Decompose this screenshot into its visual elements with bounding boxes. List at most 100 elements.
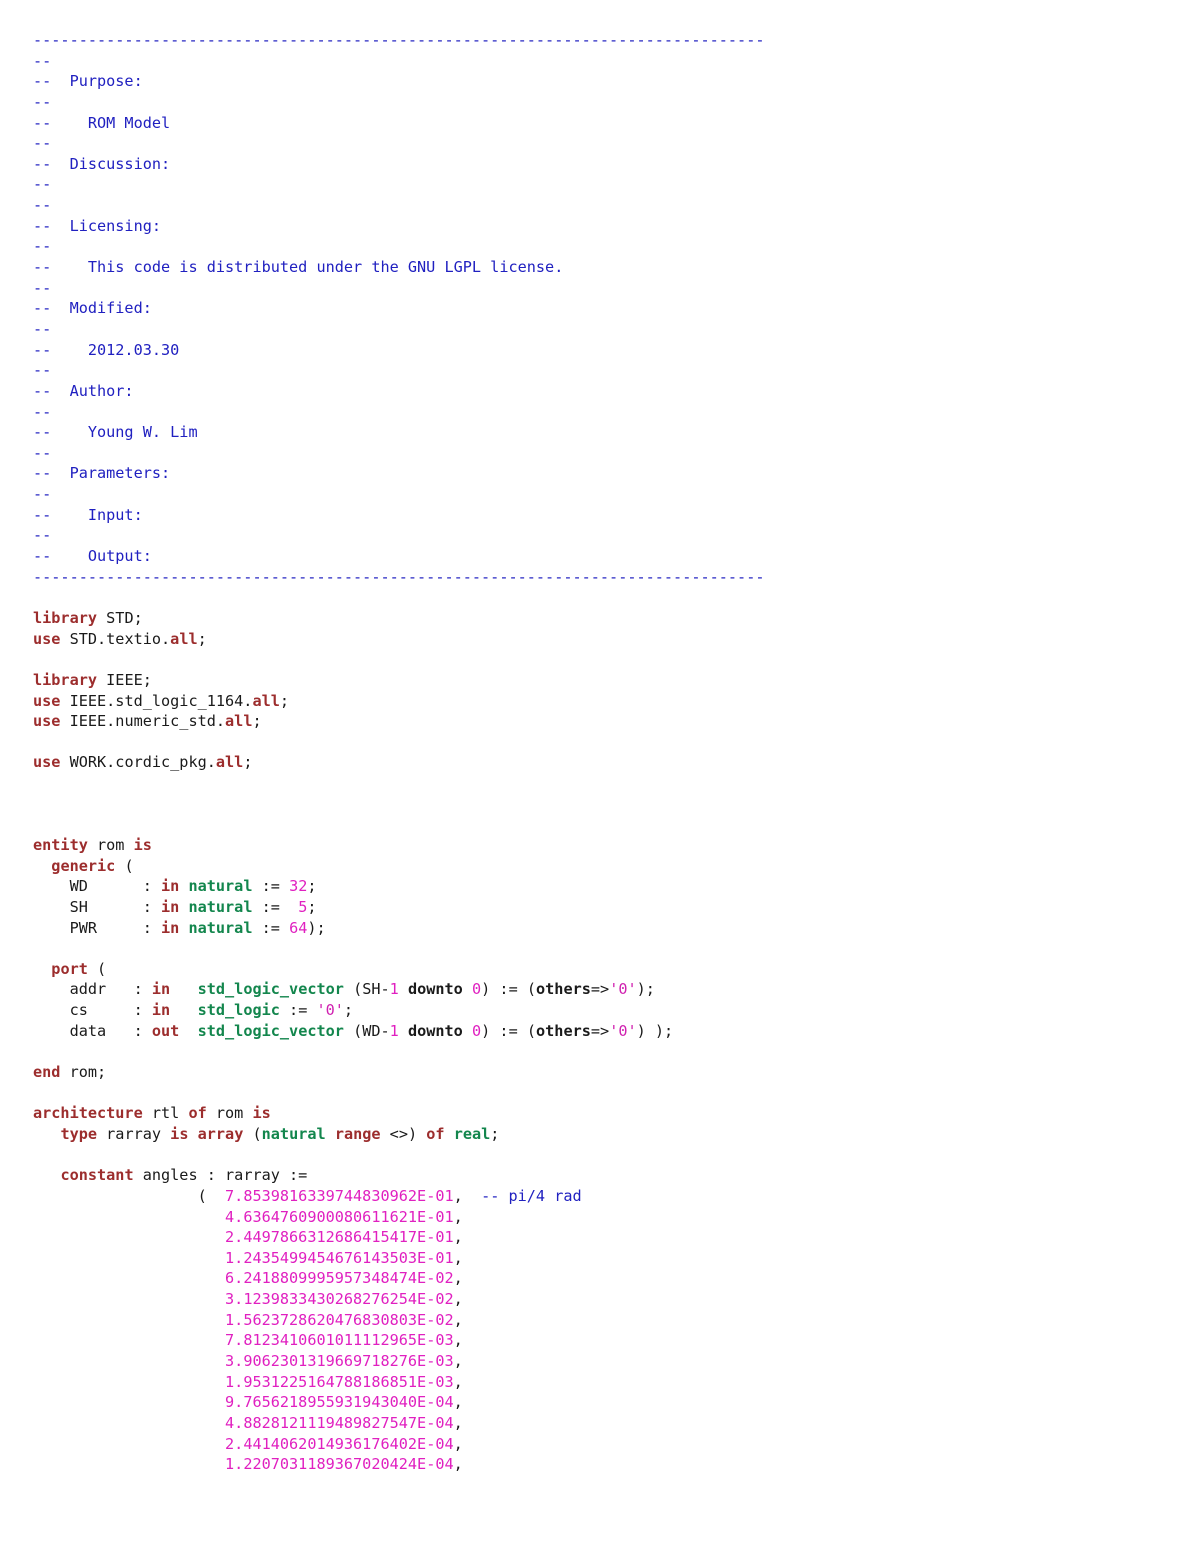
token-plain: rom [206, 1104, 253, 1123]
code-line-c-blank-2: -- [33, 92, 765, 113]
code-line-blank-7 [33, 938, 765, 959]
code-line-c-input: -- Input: [33, 505, 765, 526]
token-kw: architecture [33, 1104, 143, 1123]
code-line-entity-decl: entity rom is [33, 835, 765, 856]
token-comment: -- [33, 361, 52, 380]
token-comment: -- [33, 196, 52, 215]
token-kw: use [33, 691, 61, 710]
code-line-angle-11: 4.8828121119489827547E-04, [33, 1413, 765, 1434]
code-line-arch-decl: architecture rtl of rom is [33, 1103, 765, 1124]
code-line-c-blank-7: -- [33, 278, 765, 299]
token-str: '0' [609, 980, 637, 999]
token-type: natural [188, 877, 253, 896]
token-str: '0' [609, 1021, 637, 1040]
token-kw: library [33, 608, 98, 627]
code-line-angle-13: 1.2207031189367020424E-04, [33, 1454, 765, 1475]
token-plain: rtl [142, 1104, 189, 1123]
token-kw: type [60, 1124, 98, 1143]
code-line-blank-3 [33, 732, 765, 753]
token-plain: , [453, 1331, 463, 1350]
code-line-c-licensing: -- Licensing: [33, 216, 765, 237]
code-line-blank-8 [33, 1041, 765, 1062]
code-line-c-parameters: -- Parameters: [33, 463, 765, 484]
token-plain: ) ); [636, 1021, 674, 1040]
token-type: natural [188, 897, 253, 916]
token-plain: , [453, 1248, 463, 1267]
token-plain: ; [197, 629, 207, 648]
token-comment: -- [33, 51, 52, 70]
token-kw2: downto [407, 980, 463, 999]
token-kw: in [161, 918, 180, 937]
token-kw: array [197, 1124, 244, 1143]
token-comment: -- [33, 485, 52, 504]
token-kw: in [151, 980, 171, 999]
token-comment: -- Discussion: [33, 154, 171, 173]
code-listing[interactable]: ----------------------------------------… [33, 30, 765, 1475]
token-comment: -- [33, 92, 52, 111]
code-line-c-blank-8: -- [33, 319, 765, 340]
token-comment: -- [33, 134, 52, 153]
code-line-angle-2: 2.4497866312686415417E-01, [33, 1227, 765, 1248]
code-line-port-cs: cs : in std_logic := '0'; [33, 1000, 765, 1021]
token-plain: := [252, 877, 290, 896]
token-comment: -- [33, 443, 52, 462]
code-line-angle-4: 6.2418809995957348474E-02, [33, 1268, 765, 1289]
token-plain: ) := ( [481, 1021, 537, 1040]
token-num: 3.1239833430268276254E-02 [225, 1290, 454, 1309]
token-kw: all [215, 753, 244, 772]
code-line-angle-5: 3.1239833430268276254E-02, [33, 1289, 765, 1310]
token-plain: ); [307, 918, 326, 937]
token-plain: IEEE; [97, 670, 152, 689]
token-plain: ; [279, 691, 290, 710]
token-type: natural [261, 1124, 326, 1143]
code-line-c-output: -- Output: [33, 546, 765, 567]
code-line-c-author-name: -- Young W. Lim [33, 422, 765, 443]
code-line-use-1164: use IEEE.std_logic_1164.all; [33, 691, 765, 712]
token-plain: STD.textio. [60, 629, 171, 648]
code-line-lib-std: library STD; [33, 608, 765, 629]
token-comment: -- Author: [33, 381, 134, 400]
code-line-port-open: port ( [33, 959, 765, 980]
token-type: real [453, 1124, 491, 1143]
code-line-blank-4 [33, 773, 765, 794]
token-plain: , [453, 1372, 463, 1391]
token-comment: -- [33, 526, 52, 545]
token-kw: of [426, 1124, 445, 1143]
code-line-c-blank-13: -- [33, 525, 765, 546]
token-num: 0 [471, 980, 482, 999]
token-kw: is [252, 1104, 271, 1123]
code-line-blank-2 [33, 649, 765, 670]
token-num: 1 [389, 1021, 399, 1040]
token-num: 6.2418809995957348474E-02 [225, 1269, 454, 1288]
token-kw: generic [51, 856, 116, 875]
code-line-blank-10 [33, 1145, 765, 1166]
token-plain: , [453, 1207, 463, 1226]
code-line-lib-ieee: library IEEE; [33, 670, 765, 691]
token-plain: , [453, 1186, 482, 1205]
token-type: natural [188, 918, 253, 937]
code-line-c-purpose-text: -- ROM Model [33, 113, 765, 134]
token-plain: rom [87, 835, 134, 854]
code-line-c-blank-1: -- [33, 51, 765, 72]
token-plain: ); [636, 980, 655, 999]
code-line-c-blank-12: -- [33, 484, 765, 505]
code-line-angle-12: 2.4414062014936176402E-04, [33, 1434, 765, 1455]
token-comment: -- Output: [33, 547, 152, 566]
code-line-entity-end: end rom; [33, 1062, 765, 1083]
code-line-angle-0: ( 7.8539816339744830962E-01, -- pi/4 rad [33, 1186, 765, 1207]
code-line-port-data: data : out std_logic_vector (WD-1 downto… [33, 1021, 765, 1042]
token-plain: , [453, 1269, 463, 1288]
token-comment: -- Modified: [33, 299, 152, 318]
token-num: 32 [289, 877, 308, 896]
token-plain: STD; [97, 608, 143, 627]
token-num: 1.2207031189367020424E-04 [225, 1455, 454, 1474]
token-comment: -- This code is distributed under the GN… [33, 258, 564, 277]
token-comment: -- [33, 237, 52, 256]
token-kw2: others [536, 980, 591, 999]
